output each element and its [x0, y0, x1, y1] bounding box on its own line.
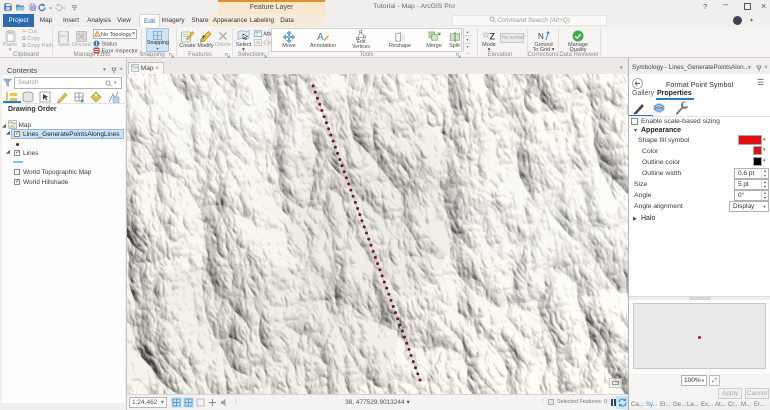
svg-text:Z: Z	[489, 32, 495, 42]
svg-text:A: A	[317, 32, 324, 43]
svg-text:N: N	[538, 32, 544, 41]
